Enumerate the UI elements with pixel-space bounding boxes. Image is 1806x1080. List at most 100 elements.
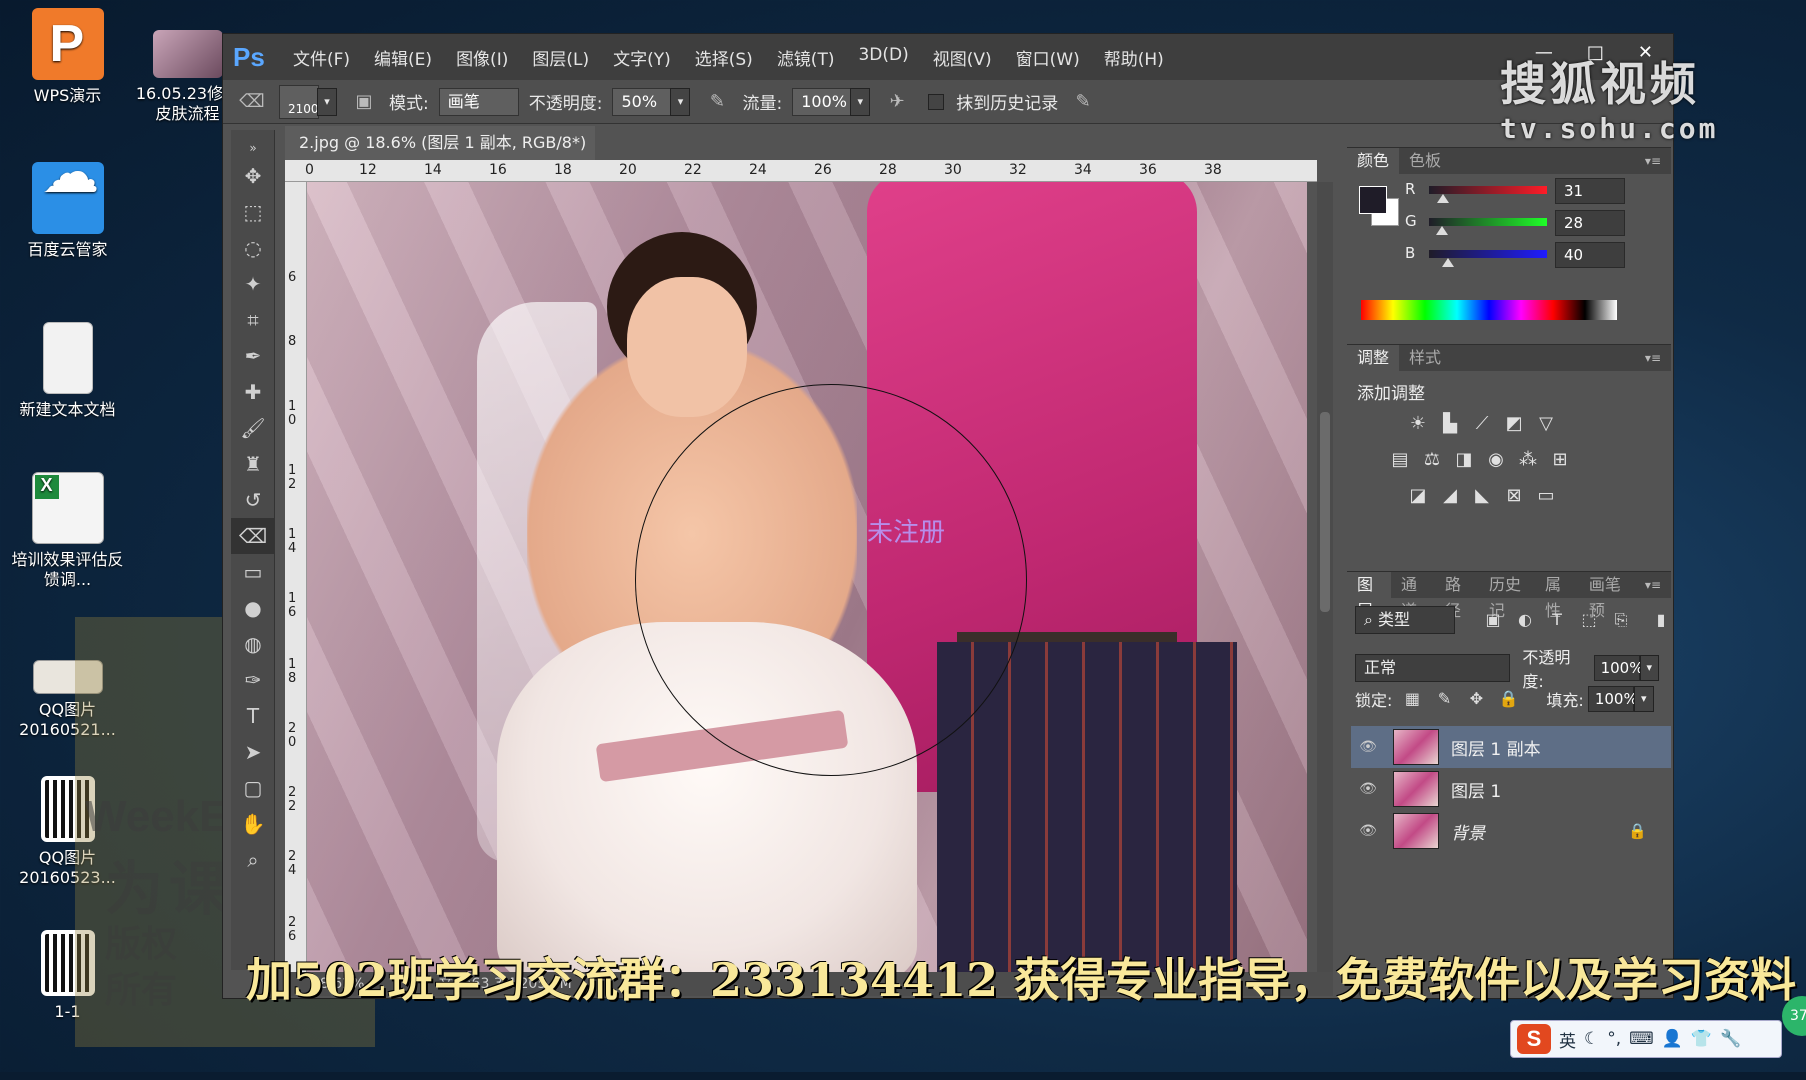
brush-size-preview[interactable]: 2100 xyxy=(279,84,319,119)
menu-3d[interactable]: 3D(D) xyxy=(846,45,920,70)
brightness-icon[interactable]: ☀ xyxy=(1405,411,1431,437)
filter-toggle-icon[interactable]: ▮ xyxy=(1649,608,1673,632)
panel-menu-icon[interactable]: ▾≡ xyxy=(1635,572,1671,598)
filter-smart-object-icon[interactable]: ⎘ xyxy=(1609,608,1633,632)
blue-slider-track[interactable] xyxy=(1429,250,1547,258)
invert-icon[interactable]: ◪ xyxy=(1405,483,1431,509)
layer-row[interactable]: 👁 图层 1 xyxy=(1351,768,1671,810)
mode-select[interactable]: 画笔 xyxy=(438,87,519,116)
menu-select[interactable]: 选择(S) xyxy=(683,45,765,70)
exposure-icon[interactable]: ◩ xyxy=(1501,411,1527,437)
green-value-input[interactable]: 28 xyxy=(1555,210,1625,236)
airbrush-icon[interactable]: ✈ xyxy=(884,89,910,115)
hand-tool-icon[interactable]: ✋ xyxy=(231,806,275,842)
lock-transparent-icon[interactable]: ▦ xyxy=(1400,687,1424,711)
posterize-icon[interactable]: ◢ xyxy=(1437,483,1463,509)
eye-icon[interactable]: 👁 xyxy=(1351,781,1385,797)
red-value-input[interactable]: 31 xyxy=(1555,178,1625,204)
blue-slider-knob[interactable] xyxy=(1441,258,1454,267)
menu-layer[interactable]: 图层(L) xyxy=(520,45,601,70)
green-slider-track[interactable] xyxy=(1429,218,1547,226)
brush-panel-toggle-icon[interactable]: ▣ xyxy=(351,89,377,115)
lasso-tool-icon[interactable]: ◌ xyxy=(231,230,275,266)
vibrance-icon[interactable]: ▽ xyxy=(1533,411,1559,437)
eye-icon[interactable]: 👁 xyxy=(1351,823,1385,839)
lock-image-icon[interactable]: ✎ xyxy=(1432,687,1456,711)
eraser-preset-icon[interactable]: ⌫ xyxy=(239,89,265,115)
tab-history[interactable]: 历史记 xyxy=(1479,572,1535,620)
photo-filter-icon[interactable]: ◉ xyxy=(1483,447,1509,473)
panel-menu-icon[interactable]: ▾≡ xyxy=(1635,148,1671,174)
tab-color[interactable]: 颜色 xyxy=(1347,148,1400,174)
ime-language-toggle[interactable]: 英 xyxy=(1559,1027,1576,1052)
path-select-tool-icon[interactable]: ➤ xyxy=(231,734,275,770)
pen-tool-icon[interactable]: ✑ xyxy=(231,662,275,698)
pressure-opacity-icon[interactable]: ✎ xyxy=(704,89,730,115)
fill-input[interactable]: 100% xyxy=(1587,686,1638,712)
chevron-down-icon[interactable]: ▾ xyxy=(1633,686,1654,712)
blur-tool-icon[interactable]: ● xyxy=(231,590,275,626)
opacity-input[interactable]: 50% xyxy=(612,87,673,116)
red-slider-track[interactable] xyxy=(1429,186,1547,194)
user-icon[interactable]: 👤 xyxy=(1662,1029,1683,1049)
filter-type-icon[interactable]: T xyxy=(1545,608,1569,632)
panel-menu-icon[interactable]: ▾≡ xyxy=(1635,345,1671,371)
healing-brush-tool-icon[interactable]: ✚ xyxy=(231,374,275,410)
gradient-tool-icon[interactable]: ▭ xyxy=(231,554,275,590)
levels-icon[interactable]: ▙ xyxy=(1437,411,1463,437)
sogou-ime-icon[interactable]: S xyxy=(1517,1024,1551,1054)
menu-window[interactable]: 窗口(W) xyxy=(1004,45,1092,70)
chevron-down-icon[interactable]: ▾ xyxy=(1639,655,1660,681)
curves-icon[interactable]: ⟋ xyxy=(1469,411,1495,437)
eye-icon[interactable]: 👁 xyxy=(1351,739,1385,755)
menu-file[interactable]: 文件(F) xyxy=(281,45,362,70)
hue-sat-icon[interactable]: ▤ xyxy=(1387,447,1413,473)
flow-input[interactable]: 100% xyxy=(792,87,853,116)
selective-color-icon[interactable]: ⊠ xyxy=(1501,483,1527,509)
blue-value-input[interactable]: 40 xyxy=(1555,242,1625,268)
document-tab[interactable]: 2.jpg @ 18.6% (图层 1 副本, RGB/8*) * × xyxy=(285,126,595,186)
blend-mode-select[interactable]: 正常 xyxy=(1355,654,1511,682)
toolbox-collapse-icon[interactable]: » xyxy=(231,130,275,158)
layer-filter-select[interactable]: ⌕ 类型 xyxy=(1355,606,1455,634)
color-balance-icon[interactable]: ⚖ xyxy=(1419,447,1445,473)
desktop-icon-new-text-doc[interactable]: 新建文本文档 xyxy=(10,322,125,420)
foreground-color-swatch[interactable] xyxy=(1359,186,1387,214)
eyedropper-tool-icon[interactable]: ✒ xyxy=(231,338,275,374)
brush-tool-icon[interactable]: 🖌 xyxy=(231,410,275,446)
keyboard-icon[interactable]: ⌨ xyxy=(1629,1029,1654,1049)
tab-styles[interactable]: 样式 xyxy=(1399,345,1451,371)
tab-layers[interactable]: 图层 xyxy=(1347,572,1391,620)
move-tool-icon[interactable]: ✥ xyxy=(231,158,275,194)
tab-properties[interactable]: 属性 xyxy=(1535,572,1579,620)
wrench-icon[interactable]: 🔧 xyxy=(1720,1029,1741,1049)
tab-swatches[interactable]: 色板 xyxy=(1399,148,1451,174)
crop-tool-icon[interactable]: ⌗ xyxy=(231,302,275,338)
desktop-icon-baidu-cloud[interactable]: 百度云管家 xyxy=(10,162,125,260)
menu-edit[interactable]: 编辑(E) xyxy=(362,45,444,70)
menu-filter[interactable]: 滤镜(T) xyxy=(765,45,847,70)
tab-channels[interactable]: 通道 xyxy=(1391,572,1435,620)
quick-select-tool-icon[interactable]: ✦ xyxy=(231,266,275,302)
filter-pixel-icon[interactable]: ▣ xyxy=(1481,608,1505,632)
zoom-tool-icon[interactable]: ⌕ xyxy=(231,842,275,878)
lock-all-icon[interactable]: 🔒 xyxy=(1496,687,1520,711)
eraser-tool-icon[interactable]: ⌫ xyxy=(231,518,275,554)
menu-image[interactable]: 图像(I) xyxy=(444,45,520,70)
history-brush-tool-icon[interactable]: ↺ xyxy=(231,482,275,518)
document-canvas[interactable]: 未注册 xyxy=(307,182,1307,972)
threshold-icon[interactable]: ◣ xyxy=(1469,483,1495,509)
marquee-tool-icon[interactable]: ⬚ xyxy=(231,194,275,230)
desktop-icon-wps[interactable]: WPS演示 xyxy=(10,8,125,106)
tab-paths[interactable]: 路径 xyxy=(1435,572,1479,620)
type-tool-icon[interactable]: T xyxy=(231,698,275,734)
black-white-icon[interactable]: ◨ xyxy=(1451,447,1477,473)
pressure-size-icon[interactable]: ✎ xyxy=(1070,89,1096,115)
color-spectrum-bar[interactable] xyxy=(1361,300,1617,320)
canvas-vertical-scrollbar[interactable] xyxy=(1317,182,1333,972)
gradient-map-icon[interactable]: ▭ xyxy=(1533,483,1559,509)
tab-adjustments[interactable]: 调整 xyxy=(1347,345,1400,371)
lock-position-icon[interactable]: ✥ xyxy=(1464,687,1488,711)
chevron-down-icon[interactable]: ▾ xyxy=(670,87,691,116)
layer-row[interactable]: 👁 背景 🔒 xyxy=(1351,810,1671,852)
